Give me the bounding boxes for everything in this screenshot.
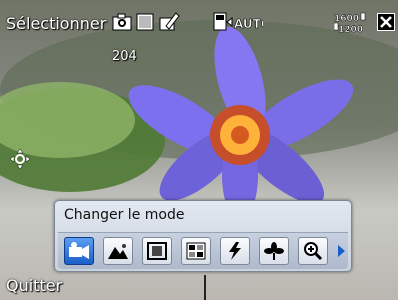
mode-button-grid[interactable] [181, 237, 211, 265]
mode-button-video[interactable] [64, 237, 94, 265]
edit-icon[interactable] [158, 10, 180, 32]
sport-icon [229, 242, 241, 260]
zoom-icon [304, 242, 323, 261]
change-mode-popup: Changer le mode [54, 200, 352, 272]
viewfinder: Sélectionner AUTO 1600 1200 204 [0, 0, 398, 300]
video-camera-icon [69, 242, 89, 259]
resolution-height: 1200 [338, 25, 363, 34]
landscape-icon [108, 244, 128, 259]
close-icon [380, 16, 392, 28]
mode-button-zoom[interactable] [298, 237, 328, 265]
move-focus-icon[interactable] [9, 148, 31, 170]
macro-flower-icon [264, 242, 284, 260]
shots-remaining: 204 [112, 49, 137, 64]
resolution-icon[interactable]: 1600 1200 [334, 12, 374, 34]
scroll-right-arrow-icon[interactable] [338, 245, 345, 257]
mode-button-frame[interactable] [142, 237, 172, 265]
camera-icon[interactable] [112, 12, 132, 32]
grid-icon [186, 242, 206, 260]
select-title[interactable]: Sélectionner [6, 14, 106, 33]
flash-auto-icon[interactable]: AUTO [213, 12, 263, 32]
close-button[interactable] [377, 13, 395, 31]
white-balance-icon[interactable] [136, 13, 154, 31]
mode-button-landscape[interactable] [103, 237, 133, 265]
mode-toolbar [58, 232, 348, 269]
frame-icon [147, 242, 167, 260]
mode-button-sport[interactable] [220, 237, 250, 265]
quit-softkey[interactable]: Quitter [6, 276, 62, 295]
mode-button-macro[interactable] [259, 237, 289, 265]
flash-mode-label: AUTO [234, 17, 263, 31]
change-mode-title: Changer le mode [64, 207, 185, 223]
resolution-width: 1600 [334, 14, 359, 24]
